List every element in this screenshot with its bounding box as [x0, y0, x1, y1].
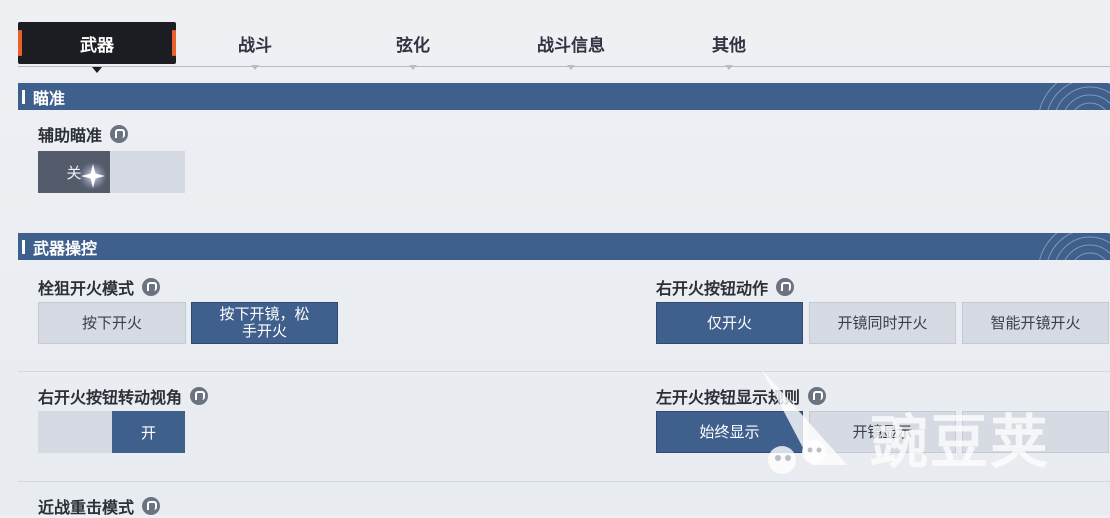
- help-icon[interactable]: [110, 125, 129, 143]
- option-label: 按下开火: [81, 314, 142, 332]
- help-icon[interactable]: [190, 387, 209, 405]
- tab-combat-info[interactable]: 战斗信息: [492, 22, 650, 70]
- sniper-fire-mode-label: 栓狙开火模式: [38, 275, 161, 299]
- option-label: 按下开镜，松手开火: [219, 306, 310, 340]
- option-scope-and-fire[interactable]: 开镜同时开火: [809, 302, 956, 344]
- tab-weapon[interactable]: 武器: [18, 22, 176, 73]
- right-fire-action-label: 右开火按钮动作: [656, 275, 795, 299]
- section-header-weapon-control: 武器操控: [18, 233, 1110, 260]
- tab-bar: 武器 战斗 弦化 战斗信息 其他: [0, 0, 1110, 73]
- option-label: 智能开镜开火: [990, 314, 1081, 332]
- watermark-text: 豌豆荚: [870, 410, 1051, 475]
- row-divider: [18, 371, 1110, 372]
- melee-mode-label-text: 近战重击模式: [38, 500, 135, 517]
- tab-notch: [92, 67, 102, 73]
- option-smart-scope-fire[interactable]: 智能开镜开火: [962, 302, 1109, 344]
- section-pattern-icon: [1039, 233, 1110, 260]
- option-label: 开镜同时开火: [837, 314, 928, 332]
- tab-other-label: 其他: [712, 35, 746, 55]
- assist-aim-label: 辅助瞄准: [38, 122, 129, 146]
- section-pattern-icon: [1039, 83, 1110, 110]
- row-divider: [18, 481, 1110, 482]
- option-press-fire[interactable]: 按下开火: [38, 302, 186, 344]
- tab-combat-label: 战斗: [238, 35, 272, 55]
- toggle-on-label: 开: [140, 424, 156, 442]
- tab-divider: [18, 66, 1110, 67]
- right-fire-rotate-label: 右开火按钮转动视角: [38, 384, 209, 408]
- section-title: 武器操控: [33, 240, 98, 258]
- help-icon[interactable]: [142, 497, 161, 515]
- right-fire-rotate-label-text: 右开火按钮转动视角: [38, 390, 183, 407]
- option-label: 仅开火: [706, 314, 752, 332]
- option-label: 始终显示: [699, 423, 760, 441]
- tab-string[interactable]: 弦化: [334, 22, 492, 70]
- section-marker: [22, 89, 25, 104]
- right-fire-rotate-toggle[interactable]: 开: [38, 411, 185, 453]
- watermark-logo-icon: [762, 370, 847, 474]
- tab-active-edge-left: [18, 30, 22, 56]
- toggle-on-option[interactable]: 开: [112, 411, 185, 453]
- help-icon[interactable]: [776, 278, 795, 296]
- tab-string-label: 弦化: [396, 35, 430, 55]
- tab-weapon-label: 武器: [80, 35, 114, 55]
- section-marker: [22, 239, 25, 254]
- right-fire-action-label-text: 右开火按钮动作: [656, 281, 769, 298]
- assist-aim-label-text: 辅助瞄准: [38, 128, 103, 145]
- help-icon[interactable]: [142, 278, 161, 296]
- option-press-scope-release-fire[interactable]: 按下开镜，松手开火: [191, 302, 338, 344]
- melee-mode-label: 近战重击模式: [38, 494, 161, 518]
- tab-other[interactable]: 其他: [650, 22, 808, 70]
- tab-combat-info-label: 战斗信息: [537, 35, 605, 55]
- sparkle-icon: [79, 162, 107, 190]
- sniper-fire-mode-label-text: 栓狙开火模式: [38, 281, 135, 298]
- option-fire-only[interactable]: 仅开火: [656, 302, 803, 344]
- section-title: 瞄准: [33, 90, 66, 108]
- section-header-aim: 瞄准: [18, 83, 1110, 110]
- tab-combat[interactable]: 战斗: [176, 22, 334, 70]
